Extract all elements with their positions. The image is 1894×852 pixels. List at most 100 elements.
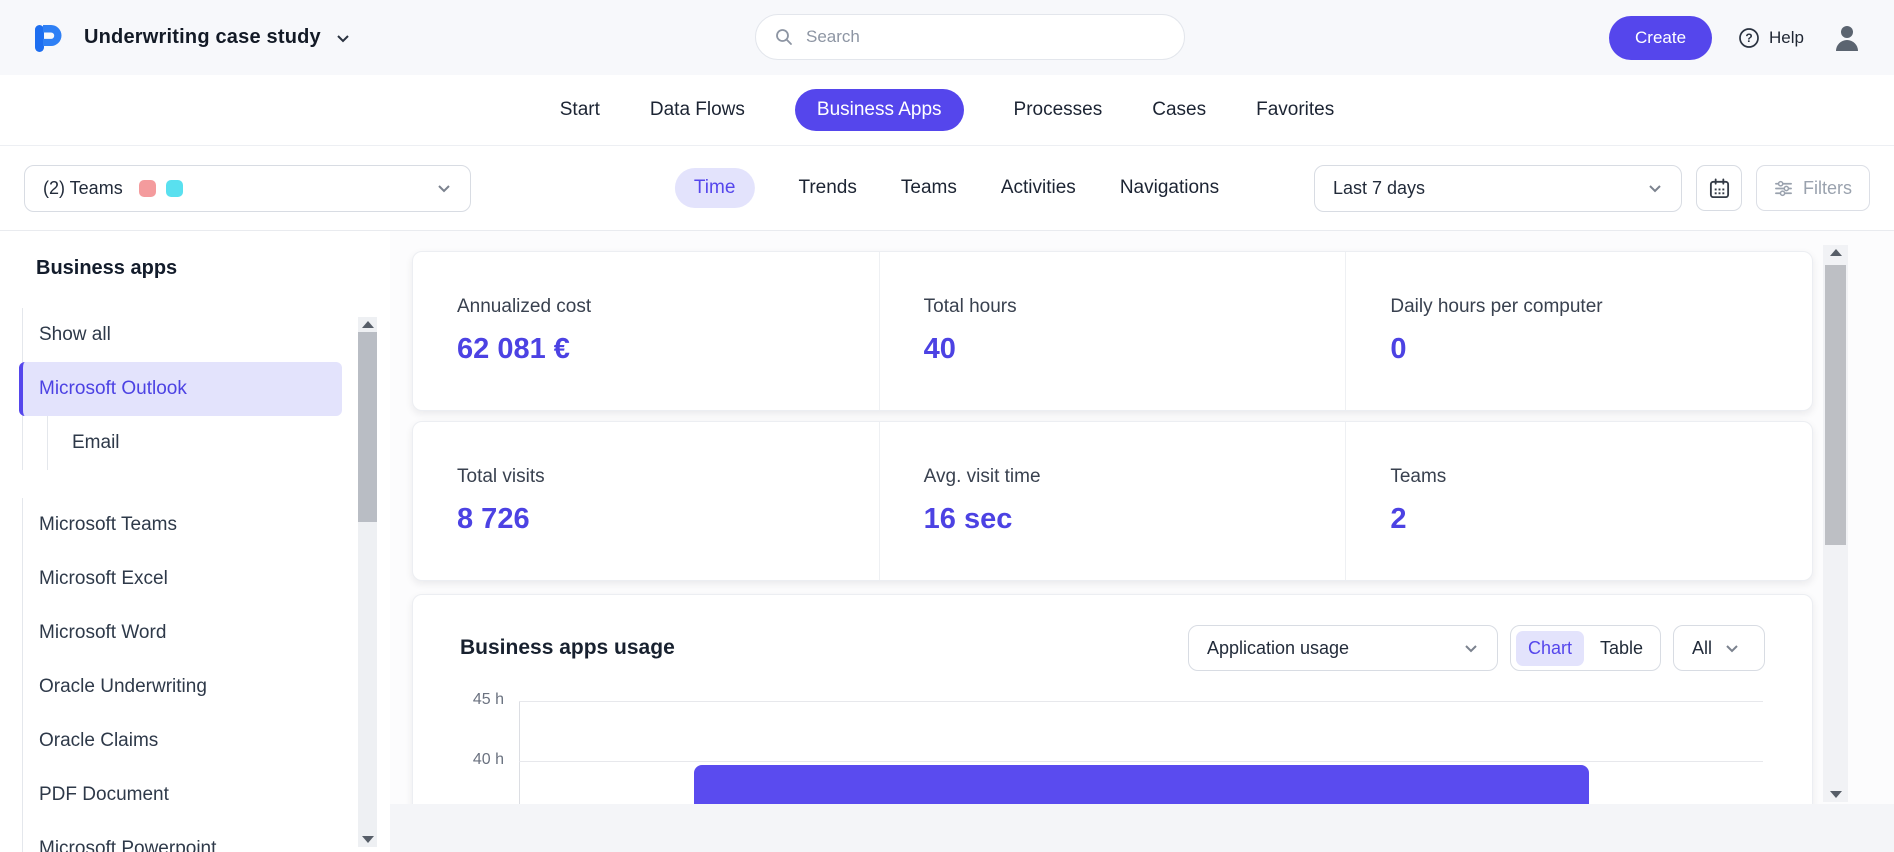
scope-select[interactable]: All <box>1673 625 1765 671</box>
kpi-value: 40 <box>924 333 1346 366</box>
kpi-label: Total visits <box>457 466 879 488</box>
main-scrollbar-thumb[interactable] <box>1825 265 1846 545</box>
search-icon <box>774 27 794 47</box>
sidebar-scrollbar-thumb[interactable] <box>358 332 377 522</box>
kpi-value: 0 <box>1390 333 1812 366</box>
search-input[interactable] <box>806 27 1166 47</box>
view-tab-navigations[interactable]: Navigations <box>1120 168 1219 208</box>
nav-tab-business-apps[interactable]: Business Apps <box>795 89 964 131</box>
kpi-annualized-cost: Annualized cost 62 081 € <box>413 252 880 410</box>
project-title: Underwriting case study <box>84 26 321 49</box>
main-viewport: Annualized cost62 081 €Total hours40Dail… <box>390 231 1894 804</box>
nav-tabs: Start Data Flows Business Apps Processes Cas… <box>560 89 1335 131</box>
sidebar-item-microsoft-outlook[interactable]: Microsoft Outlook <box>19 362 342 416</box>
metric-select[interactable]: Application usage <box>1188 625 1498 671</box>
calendar-button[interactable] <box>1696 165 1742 211</box>
y-axis <box>519 701 520 804</box>
kpi-label: Teams <box>1390 466 1812 488</box>
view-tab-time[interactable]: Time <box>675 168 755 208</box>
filters-button[interactable]: Filters <box>1756 165 1870 211</box>
section-title: Business apps usage <box>460 636 675 660</box>
toggle-table[interactable]: Table <box>1588 631 1655 666</box>
kpi-label: Annualized cost <box>457 296 879 318</box>
nav-tab-start[interactable]: Start <box>560 89 600 131</box>
top-bar: Underwriting case study Create ? Help <box>0 0 1894 75</box>
kpi-card: Total visits8 726Avg. visit time16 secTe… <box>412 421 1813 581</box>
date-range-value: Last 7 days <box>1333 178 1425 199</box>
filters-label: Filters <box>1803 178 1852 199</box>
sidebar-item-microsoft-excel[interactable]: Microsoft Excel <box>23 552 342 606</box>
gridline <box>519 701 1763 702</box>
kpi-label: Avg. visit time <box>924 466 1346 488</box>
main-scrollbar[interactable] <box>1823 245 1848 802</box>
gridline <box>519 761 1763 762</box>
nav-tab-processes[interactable]: Processes <box>1014 89 1103 131</box>
sidebar-item-oracle-claims[interactable]: Oracle Claims <box>23 714 342 768</box>
help-button[interactable]: ? Help <box>1738 27 1804 49</box>
create-button[interactable]: Create <box>1609 16 1712 60</box>
date-range-select[interactable]: Last 7 days <box>1314 165 1682 212</box>
kpi-teams: Teams2 <box>1346 422 1812 580</box>
view-tab-trends[interactable]: Trends <box>798 168 856 208</box>
chevron-down-icon <box>1647 180 1663 196</box>
chevron-down-icon <box>335 30 351 46</box>
nav-tab-cases[interactable]: Cases <box>1152 89 1206 131</box>
scroll-down-icon[interactable] <box>1830 791 1842 798</box>
usage-bar-chart: 45 h40 h <box>460 701 1765 804</box>
app-logo-icon[interactable] <box>30 20 66 56</box>
sidebar-group: Show allMicrosoft OutlookEmail <box>22 308 342 470</box>
business-apps-usage-card: Business apps usage Application usage Ch… <box>412 594 1813 804</box>
help-icon: ? <box>1738 27 1760 49</box>
team-dot-1 <box>139 180 156 197</box>
chevron-down-icon <box>1724 640 1740 656</box>
kpi-value: 16 sec <box>924 503 1346 536</box>
main-panel: Annualized cost62 081 €Total hours40Dail… <box>390 231 1894 852</box>
kpi-value: 8 726 <box>457 503 879 536</box>
chart-table-toggle: ChartTable <box>1510 625 1661 671</box>
svg-text:?: ? <box>1745 31 1752 45</box>
nav-tab-data-flows[interactable]: Data Flows <box>650 89 745 131</box>
help-label: Help <box>1769 28 1804 48</box>
chevron-down-icon <box>436 180 452 196</box>
toggle-chart[interactable]: Chart <box>1516 631 1584 666</box>
kpi-daily-hours-per-computer: Daily hours per computer 0 <box>1346 252 1812 410</box>
scope-select-value: All <box>1692 638 1712 659</box>
business-apps-sidebar: Business apps Show allMicrosoft OutlookE… <box>0 231 390 852</box>
scroll-down-icon[interactable] <box>362 836 374 843</box>
filters-icon <box>1774 179 1793 198</box>
view-tab-teams[interactable]: Teams <box>901 168 957 208</box>
sidebar-item-microsoft-word[interactable]: Microsoft Word <box>23 606 342 660</box>
sidebar-item-show-all[interactable]: Show all <box>23 308 342 362</box>
main-nav: Start Data Flows Business Apps Processes Cas… <box>0 75 1894 146</box>
scroll-up-icon[interactable] <box>1830 249 1842 256</box>
kpi-value: 62 081 € <box>457 333 879 366</box>
sidebar-item-microsoft-teams[interactable]: Microsoft Teams <box>23 498 342 552</box>
sidebar-item-microsoft-powerpoint[interactable]: Microsoft Powerpoint <box>23 822 342 852</box>
sidebar-heading: Business apps <box>36 257 390 280</box>
chevron-down-icon <box>1463 640 1479 656</box>
project-switcher[interactable]: Underwriting case study <box>84 26 351 49</box>
kpi-label: Total hours <box>924 296 1346 318</box>
sidebar-scrollbar[interactable] <box>358 317 377 847</box>
kpi-total-hours: Total hours 40 <box>880 252 1347 410</box>
kpi-label: Daily hours per computer <box>1390 296 1812 318</box>
y-tick-label: 45 h <box>460 691 504 709</box>
sidebar-item-oracle-underwriting[interactable]: Oracle Underwriting <box>23 660 342 714</box>
view-tab-activities[interactable]: Activities <box>1001 168 1076 208</box>
sidebar-item-pdf-document[interactable]: PDF Document <box>23 768 342 822</box>
search-bar[interactable] <box>755 14 1185 60</box>
avatar[interactable] <box>1830 21 1864 55</box>
teams-filter-select[interactable]: (2) Teams <box>24 165 471 212</box>
nav-tab-favorites[interactable]: Favorites <box>1256 89 1334 131</box>
team-dot-2 <box>166 180 183 197</box>
kpi-total-visits: Total visits 8 726 <box>413 422 880 580</box>
scroll-up-icon[interactable] <box>362 321 374 328</box>
filter-bar: (2) Teams Time Trends Teams Activities Navig… <box>0 146 1894 231</box>
team-color-dots <box>139 180 183 197</box>
sidebar-item-email[interactable]: Email <box>47 416 342 470</box>
sidebar-group: Microsoft TeamsMicrosoft ExcelMicrosoft … <box>22 498 342 852</box>
usage-bar[interactable] <box>694 765 1589 804</box>
y-tick-label: 40 h <box>460 751 504 769</box>
kpi-card: Annualized cost62 081 €Total hours40Dail… <box>412 251 1813 411</box>
view-tabs: Time Trends Teams Activities Navigations <box>675 168 1219 208</box>
